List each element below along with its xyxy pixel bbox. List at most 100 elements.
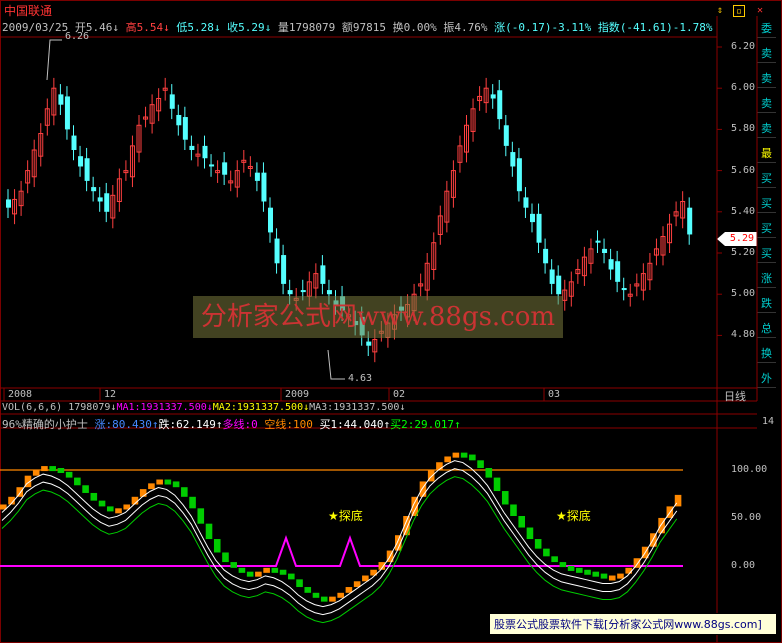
volume-indicator-label: VOL(6,6,6) [2, 402, 63, 413]
indicator-bar [576, 567, 583, 573]
candle-body-down [490, 94, 496, 99]
indicator-bar [452, 452, 460, 458]
indicator-bar [65, 471, 73, 478]
indicator-bar [90, 492, 98, 501]
indicator-bar [16, 487, 24, 497]
indicator-bar [106, 506, 114, 512]
indicator-bar [608, 575, 616, 581]
candle-body-down [556, 275, 562, 295]
indicator-bar [172, 481, 180, 488]
indicator-fall: 跌:62.149 [158, 418, 216, 431]
indicator-bar [238, 567, 246, 573]
indicator-bar [584, 569, 591, 575]
indicator-bar [156, 479, 163, 485]
candle-body-down [261, 172, 267, 202]
indicator-line-magenta [0, 535, 683, 567]
indicator-bar [288, 573, 295, 580]
volume-indicator-value: 1798079 [68, 402, 111, 413]
indicator-name: 96%精确的小护士 [2, 418, 88, 431]
candle-body-down [300, 290, 306, 293]
footer-banner[interactable]: 股票公式股票软件下载[分析家公式网www.88gs.com] [489, 613, 777, 635]
candle-body-down [530, 213, 535, 223]
indicator-bar [41, 466, 48, 472]
candle-body-down [189, 145, 195, 150]
candle-body-down [287, 290, 293, 295]
indicator-bar [213, 539, 221, 553]
indicator-bar [617, 573, 624, 579]
candle-body-down [687, 207, 693, 235]
indicator-bar [82, 485, 89, 493]
indicator-bar [189, 496, 196, 509]
indicator-tick-label: 100.00 [731, 464, 768, 475]
candle-body-down [104, 193, 110, 212]
indicator-bar [469, 454, 476, 461]
candle-body-down [71, 135, 77, 150]
candle-body-down [543, 248, 549, 264]
min-price-marker: 4.63 [348, 373, 373, 384]
candle-body-down [326, 290, 332, 295]
indicator-bar [567, 565, 575, 571]
indicator-bar [115, 508, 122, 514]
indicator-bar [205, 523, 213, 540]
star-label-bottom: ★探底 [328, 509, 363, 523]
date-tick-label: 2009 [285, 389, 310, 400]
indicator-bar [57, 468, 65, 473]
candle-body-down [209, 164, 215, 167]
indicator-tick-label: 0.00 [731, 560, 756, 571]
candle-body-down [615, 261, 621, 282]
candle-body-down [536, 213, 542, 243]
indicator-bar [197, 508, 205, 524]
candle-body-down [516, 158, 522, 192]
down-arrow-icon: ↓ [399, 402, 406, 413]
candle-body-down [320, 265, 326, 284]
indicator-bar [164, 479, 172, 485]
candle-body-down [268, 207, 273, 233]
indicator-bar [246, 571, 254, 577]
watermark: 分析家公式网www.88gs.com [193, 296, 563, 338]
candle-body-down [608, 259, 614, 270]
candle-body-down [281, 255, 287, 284]
indicator-bar [526, 527, 534, 540]
indicator-info: 96%精确的小护士 涨:80.430↑跌:62.149↑多线:0 空线:100 … [2, 416, 461, 432]
indicator-bar [518, 516, 526, 528]
indicator-bar [510, 504, 517, 516]
indicator-bar [222, 552, 229, 563]
indicator-bar [279, 569, 287, 575]
volume-ma2: MA2:1931337.500 [212, 402, 304, 413]
volume-ma3: MA3:1931337.500 [309, 402, 400, 413]
candle-body-down [602, 248, 608, 253]
candle-body-down [497, 90, 503, 120]
indicator-tick-label: 50.00 [731, 512, 762, 523]
candle-body-down [176, 114, 182, 126]
indicator-axis-top: 14 [762, 416, 775, 427]
date-tick-label: 02 [393, 389, 406, 400]
candle-body-down [169, 94, 175, 109]
date-tick-label: 03 [548, 389, 561, 400]
max-price-marker: 6.26 [65, 31, 90, 42]
indicator-bar [625, 567, 632, 574]
indicator-long: 多线:0 [222, 418, 258, 431]
min-marker-line [327, 349, 345, 380]
candle-body-down [549, 269, 555, 284]
candle-body-down [510, 152, 516, 167]
indicator-series [0, 452, 683, 624]
indicator-bar [148, 483, 155, 490]
indicator-bar [592, 571, 600, 577]
indicator-bar [255, 571, 262, 577]
indicator-rise: 涨:80.430 [94, 418, 152, 431]
indicator-bar [329, 596, 336, 602]
candle-body-down [621, 288, 627, 291]
star-label-bottom: ★探底 [556, 509, 591, 523]
candle-body-down [202, 145, 208, 159]
max-marker-line [46, 39, 62, 81]
indicator-bar [263, 567, 270, 573]
candle-body-down [78, 156, 84, 167]
period-button[interactable]: 日线 [724, 388, 746, 404]
indicator-short: 空线:100 [264, 418, 313, 431]
indicator-bar [320, 596, 328, 602]
indicator-bar [534, 539, 542, 549]
candle-body-down [64, 96, 70, 130]
indicator-bar [477, 460, 484, 468]
date-tick-label: 2008 [8, 389, 33, 400]
candle-body-down [182, 117, 188, 140]
